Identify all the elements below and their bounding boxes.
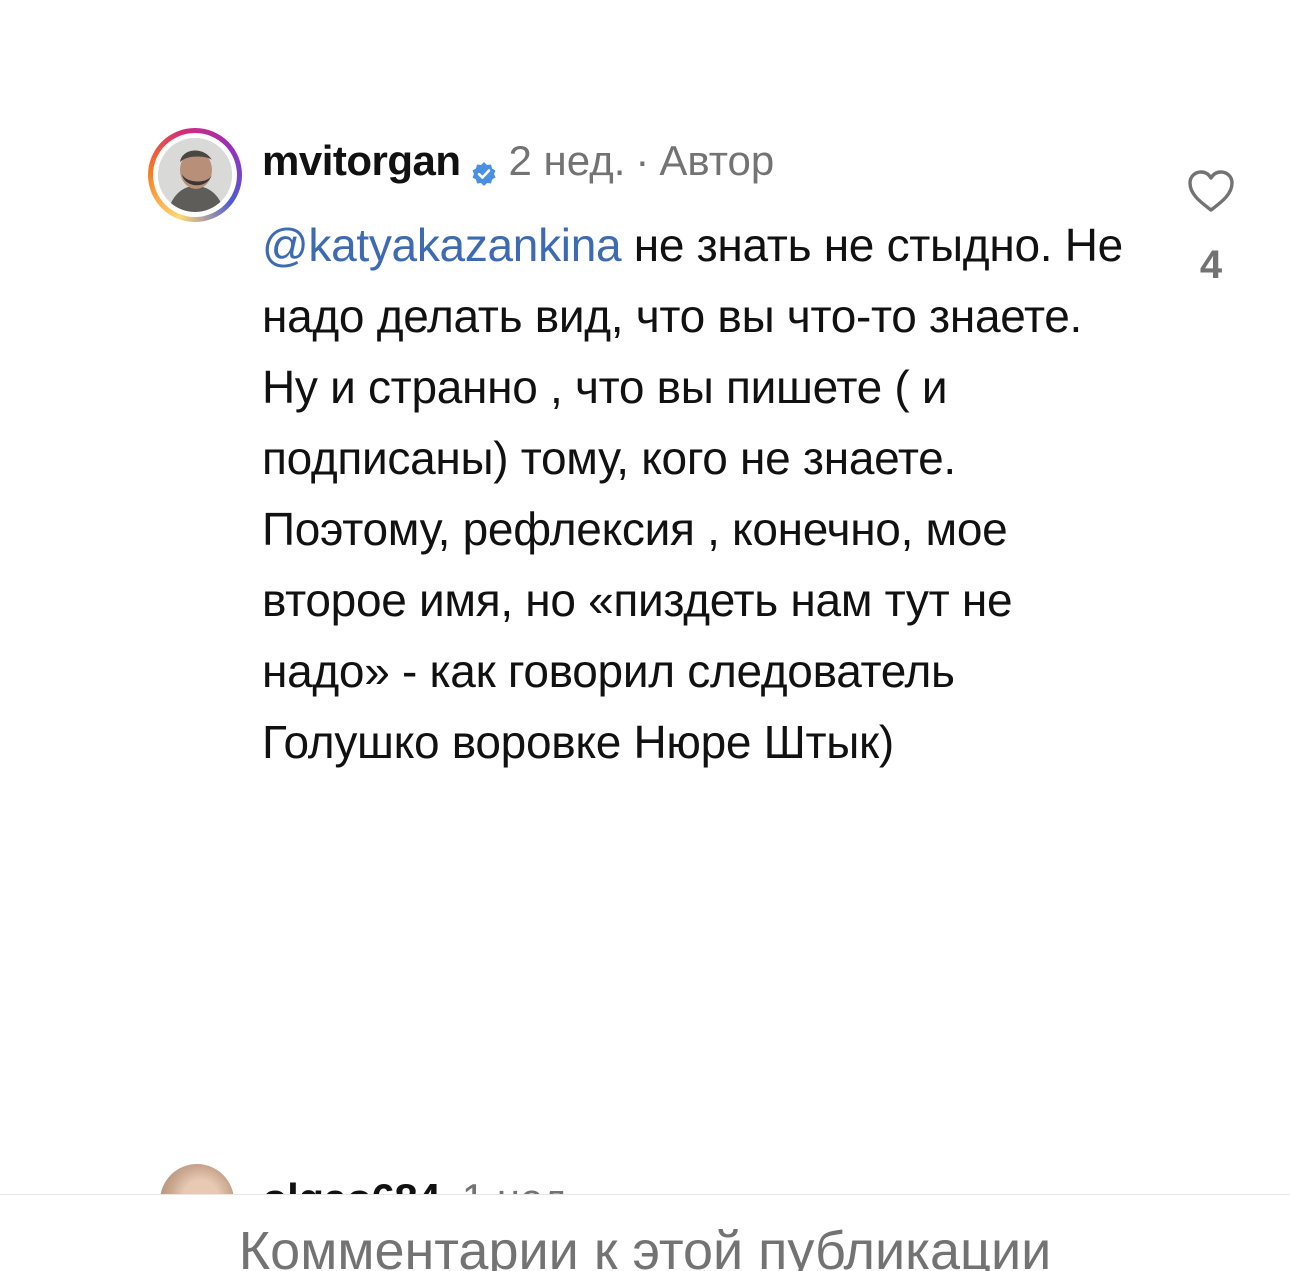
comment-time: 2 нед. xyxy=(508,137,626,184)
author-label: Автор xyxy=(659,137,775,184)
comment-text: не знать не стыдно. Не надо делать вид, … xyxy=(262,219,1123,768)
mention-link[interactable]: @katyakazankina xyxy=(262,219,622,271)
username[interactable]: mvitorgan xyxy=(262,136,461,186)
bottom-sheet-header: Комментарии к этой публикации xyxy=(0,1194,1290,1271)
comment-time: 1 нед. xyxy=(462,1175,579,1194)
verified-badge-icon xyxy=(471,148,497,186)
meta-separator: · xyxy=(635,137,650,184)
comments-screen: mvitorgan 2 нед. · Автор @katyakazankina… xyxy=(0,0,1290,1271)
heart-outline-icon[interactable] xyxy=(1186,168,1236,214)
like-column: 4 xyxy=(1178,168,1244,288)
username[interactable]: olgao684 xyxy=(262,1175,441,1194)
next-comment: olgao684 1 нед. xyxy=(160,1160,1060,1194)
comment-body: @katyakazankina не знать не стыдно. Не н… xyxy=(262,210,1142,778)
avatar[interactable] xyxy=(148,128,242,222)
comment-header: mvitorgan 2 нед. · Автор xyxy=(262,136,774,186)
bottom-sheet-title: Комментарии к этой публикации xyxy=(238,1221,1052,1271)
like-count: 4 xyxy=(1199,243,1223,287)
avatar-photo xyxy=(158,138,232,212)
avatar[interactable] xyxy=(160,1164,234,1194)
